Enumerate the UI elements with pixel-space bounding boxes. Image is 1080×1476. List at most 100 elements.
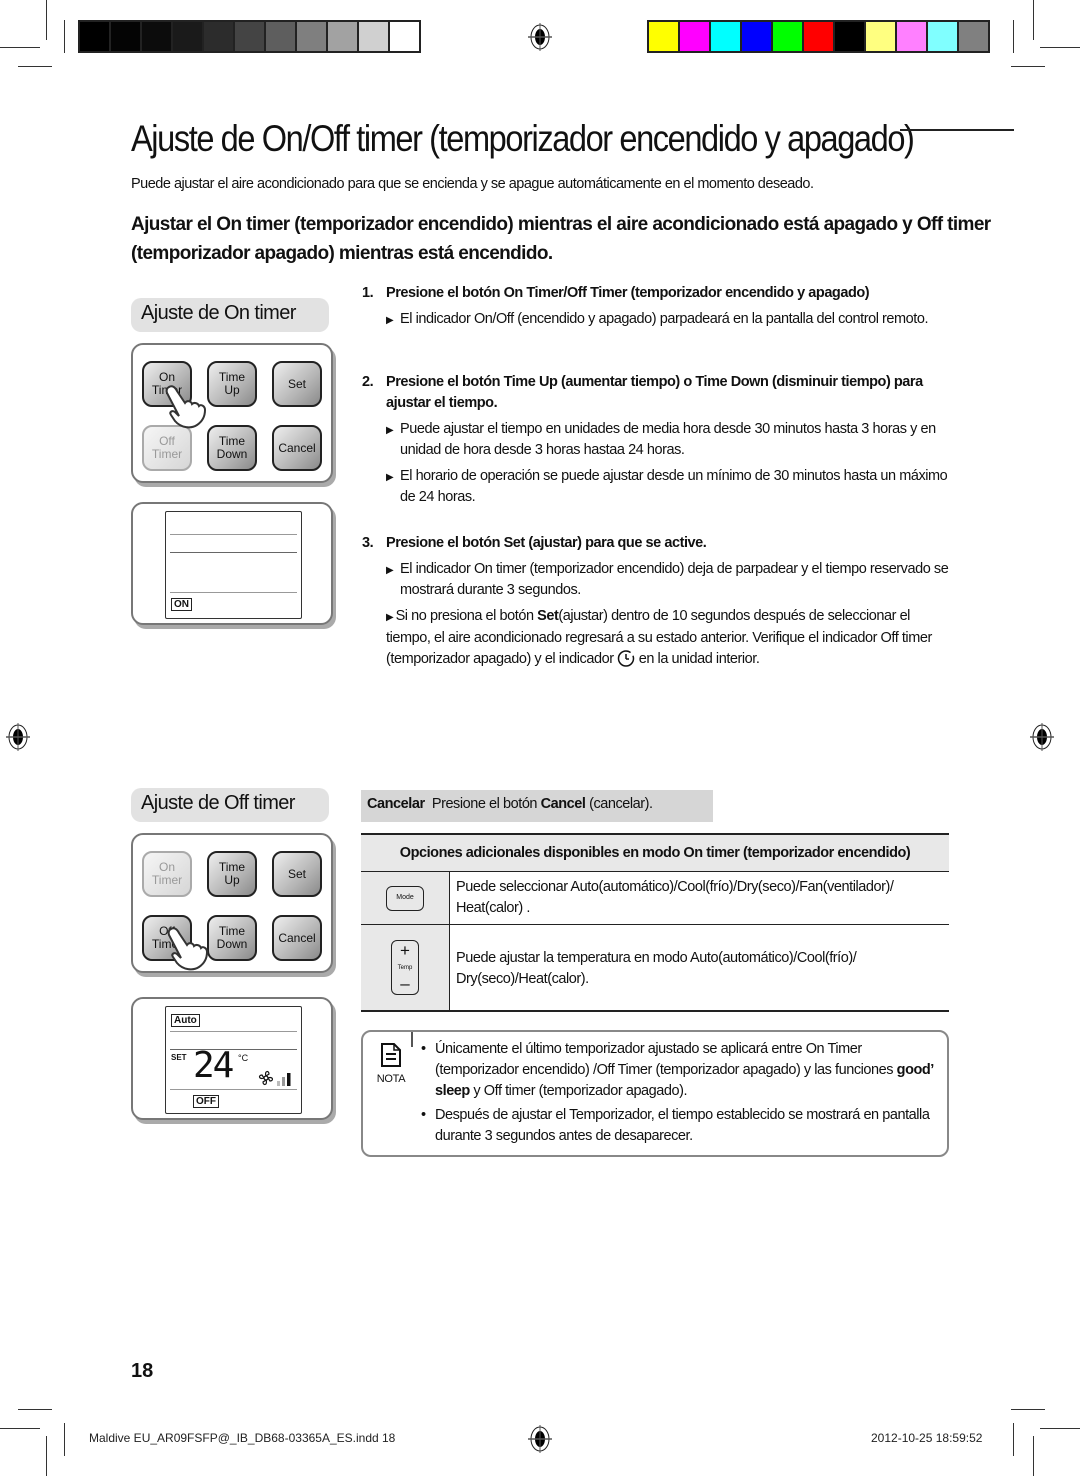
crop-mark [18,1409,52,1410]
step-3-extra-note: ▶ Si no presiona el botón Set(ajustar) d… [386,608,932,667]
step-2: 2. Presione el botón Time Up (aumentar t… [362,372,957,508]
lcd-divider [170,552,297,553]
intro-text: Puede ajustar el aire acondicionado para… [131,176,814,192]
triangle-bullet-icon: ▶ [386,565,394,576]
note-list: • Únicamente el último temporizador ajust… [421,1039,941,1150]
note-item: • Únicamente el último temporizador ajust… [421,1041,934,1099]
cancel-button[interactable]: Cancel [272,915,322,961]
table-cell: Puede ajustar la temperatura en modo Aut… [456,950,857,987]
lcd-divider [170,592,297,593]
on-timer-remote-display: ON [131,502,333,625]
crop-mark [64,1423,65,1456]
color-swatch [897,22,926,51]
on-timer-section-label: Ajuste de On timer [131,298,329,332]
step-1: 1. Presione el botón On Timer/Off Timer … [362,283,957,331]
section-subheading: Ajustar el On timer (temporizador encend… [131,214,991,264]
cancel-instruction: Cancelar Presione el botón Cancel (cance… [361,790,713,822]
gray-swatch [142,22,171,51]
lcd-divider [170,1089,297,1090]
color-swatch [804,22,833,51]
pointing-hand-icon [165,385,207,429]
off-timer-section-label: Ajuste de Off timer [131,788,329,822]
note-item: • Después de ajustar el Temporizador, el … [421,1107,930,1144]
color-swatch [649,22,678,51]
step-3: 3. Presione el botón Set (ajustar) para … [362,533,957,670]
color-swatch [711,22,740,51]
set-button[interactable]: Set [272,851,322,897]
lcd-screen: Auto SET 24 °C OFF [165,1006,302,1114]
step-3-text: Presione el botón Set (ajustar) para que… [386,535,707,551]
time-up-button[interactable]: Time Up [207,361,257,407]
mode-button-icon: Mode [386,885,424,911]
cancel-button[interactable]: Cancel [272,425,322,471]
lcd-divider [170,534,297,535]
gray-swatch [297,22,326,51]
color-swatch [835,22,864,51]
registration-mark-icon [528,1425,552,1453]
time-down-button[interactable]: Time Down [207,915,257,961]
set-button[interactable]: Set [272,361,322,407]
gray-swatch [173,22,202,51]
auto-mode-indicator: Auto [171,1014,200,1027]
triangle-bullet-icon: ▶ [386,425,394,436]
registration-mark-icon [1030,723,1054,751]
on-indicator: ON [171,598,192,611]
off-timer-button[interactable]: Off Timer [142,425,192,471]
color-swatch [928,22,957,51]
on-timer-remote-buttons: On Timer Time Up Set Off Timer Time Down… [131,343,333,483]
crop-mark [64,20,65,53]
gray-swatch [359,22,388,51]
timestamp-slug: 2012-10-25 18:59:52 [871,1431,983,1445]
title-rule [900,129,1014,131]
crop-mark [1011,1409,1045,1410]
page-number: 18 [131,1360,154,1382]
pointing-hand-icon [167,927,209,971]
triangle-bullet-icon: ▶ [386,472,394,483]
set-label: SET [171,1053,187,1062]
crop-mark [1040,1428,1080,1429]
color-calibration-bar [647,20,990,53]
off-indicator: OFF [193,1095,219,1108]
crop-mark [18,66,52,67]
triangle-bullet-icon: ▶ [386,315,394,326]
file-slug: Maldive EU_AR09FSFP@_IB_DB68-03365A_ES.i… [89,1431,396,1445]
table-row: Mode Puede seleccionar Auto(automático)/… [361,872,949,925]
color-swatch [742,22,771,51]
registration-mark-icon [528,23,552,51]
lcd-screen: ON [165,511,302,619]
page-title: Ajuste de On/Off timer (temporizador enc… [131,118,915,159]
timer-clock-icon [617,650,635,667]
set-temperature: 24 [193,1045,234,1086]
lcd-divider [170,1049,297,1050]
registration-mark-icon [6,723,30,751]
note-document-icon [381,1043,401,1067]
note-box: NOTA • Únicamente el último temporizador … [361,1030,949,1157]
crop-mark [46,0,47,40]
crop-mark [1033,0,1034,40]
color-swatch [866,22,895,51]
crop-mark [0,47,40,48]
crop-mark [0,1428,40,1429]
gray-swatch [204,22,233,51]
crop-mark [1011,66,1045,67]
color-swatch [680,22,709,51]
time-up-button[interactable]: Time Up [207,851,257,897]
off-timer-remote-buttons: On Timer Time Up Set Off Timer Time Down… [131,833,333,973]
temp-button-icon: + Temp – [391,940,419,995]
table-cell: Puede seleccionar Auto(automático)/Cool(… [456,879,894,916]
crop-mark [1033,1436,1034,1476]
triangle-bullet-icon: ▶ [386,612,396,623]
color-swatch [773,22,802,51]
on-timer-button[interactable]: On Timer [142,851,192,897]
gray-swatch [266,22,295,51]
time-down-button[interactable]: Time Down [207,425,257,471]
note-divider [411,1032,413,1047]
grayscale-calibration-bar [78,20,421,53]
crop-mark [46,1436,47,1476]
gray-swatch [390,22,419,51]
gray-swatch [235,22,264,51]
crop-mark [1013,1423,1014,1456]
gray-swatch [80,22,109,51]
table-header: Opciones adicionales disponibles en modo… [361,835,949,872]
crop-mark [1040,47,1080,48]
